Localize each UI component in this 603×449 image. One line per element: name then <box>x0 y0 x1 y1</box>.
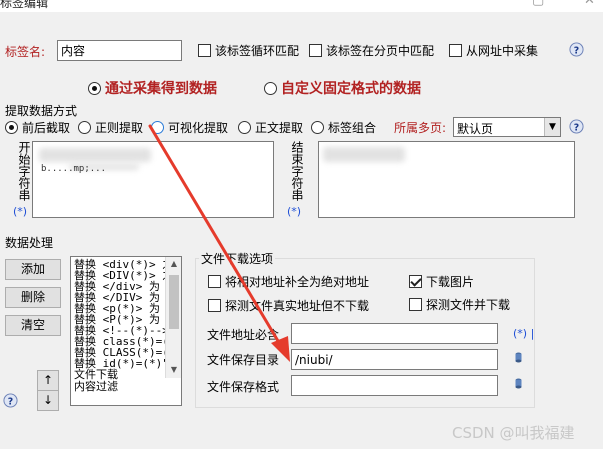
tag-name-input[interactable] <box>57 40 182 61</box>
extract-option-regex[interactable]: 正则提取 <box>78 119 143 136</box>
extract-option-combo[interactable]: 标签组合 <box>311 119 376 136</box>
address-contains-label: 文件地址必含 <box>207 328 280 342</box>
detect-no-download-box[interactable] <box>208 299 221 312</box>
extract-radio-3[interactable] <box>151 121 164 134</box>
help-icon[interactable]: ? <box>3 393 18 408</box>
from-url-checkbox[interactable]: 从网址中采集 <box>449 42 538 59</box>
chevron-down-icon[interactable]: ▼ <box>544 118 560 136</box>
extract-option-visual[interactable]: 可视化提取 <box>151 119 228 136</box>
page-select[interactable]: 默认页 ▼ <box>453 117 561 137</box>
detect-and-download-box[interactable] <box>409 298 422 311</box>
page-match-box[interactable] <box>309 44 322 57</box>
help-icon[interactable]: ? <box>569 42 584 57</box>
svg-text:?: ? <box>574 122 579 133</box>
address-wildcard-link[interactable]: (*) | <box>513 327 534 340</box>
from-url-box[interactable] <box>449 44 462 57</box>
scroll-thumb[interactable] <box>169 275 179 329</box>
fixed-mode-radio[interactable]: 自定义固定格式的数据 <box>264 78 421 98</box>
redacted-text <box>323 147 405 162</box>
relative-to-absolute-box[interactable] <box>208 275 221 288</box>
window-title: 标签编辑 <box>0 0 49 10</box>
move-up-button[interactable]: ↑ <box>37 370 59 391</box>
start-wildcard-link[interactable]: (*) <box>13 205 27 218</box>
extract-option-label: 前后截取 <box>22 121 71 135</box>
extract-radio-1[interactable] <box>5 121 18 134</box>
help-icon[interactable]: ? <box>569 119 584 134</box>
database-icon[interactable] <box>515 352 522 363</box>
svg-text:?: ? <box>574 45 579 56</box>
download-images-label: 下载图片 <box>426 275 475 289</box>
maximize-icon[interactable]: ▢ <box>532 0 544 8</box>
loop-match-label: 该标签循环匹配 <box>215 44 300 58</box>
page-match-label: 该标签在分页中匹配 <box>326 44 435 58</box>
extract-section-label: 提取数据方式 <box>5 104 78 118</box>
delete-button[interactable]: 删除 <box>5 287 61 308</box>
extract-radio-5[interactable] <box>311 121 324 134</box>
clear-button[interactable]: 清空 <box>5 315 61 336</box>
save-format-label: 文件保存格式 <box>207 380 280 394</box>
extract-option-label: 标签组合 <box>328 121 377 135</box>
end-wildcard-link[interactable]: (*) <box>287 205 301 218</box>
tag-name-label: 标签名: <box>5 45 46 59</box>
loop-match-box[interactable] <box>198 44 211 57</box>
start-string-input[interactable]: b.....mp;... <box>32 141 274 218</box>
processing-list[interactable]: 替换 <div(*)> 之 替换 <DIV(*)> 之 替换 </div> 为 … <box>70 256 182 406</box>
from-url-label: 从网址中采集 <box>466 44 539 58</box>
collect-mode-radio[interactable]: 通过采集得到数据 <box>88 78 217 98</box>
fixed-mode-dot[interactable] <box>264 81 277 95</box>
database-icon[interactable] <box>515 378 522 389</box>
loop-match-checkbox[interactable]: 该标签循环匹配 <box>198 42 299 59</box>
start-string-label: 开始字符串 <box>17 141 31 201</box>
address-contains-input[interactable] <box>291 323 498 344</box>
end-string-input[interactable] <box>318 141 575 218</box>
redacted-text <box>39 148 151 162</box>
watermark: CSDN @叫我福建 <box>452 424 575 442</box>
list-scrollbar[interactable]: ▲ ▼ <box>165 257 181 378</box>
extract-option-label: 正则提取 <box>95 121 144 135</box>
save-dir-label: 文件保存目录 <box>207 353 280 367</box>
start-string-text: b.....mp;... <box>41 164 107 174</box>
detect-no-download-label: 探测文件真实地址但不下载 <box>225 299 370 313</box>
page-select-value: 默认页 <box>457 122 494 136</box>
save-dir-input[interactable] <box>291 349 498 370</box>
end-string-label: 结束字符串 <box>290 141 304 201</box>
fixed-mode-label: 自定义固定格式的数据 <box>281 81 421 97</box>
relative-to-absolute-label: 将相对地址补全为绝对地址 <box>225 275 370 289</box>
title-bar <box>0 0 603 12</box>
extract-radio-2[interactable] <box>78 121 91 134</box>
detect-no-download-checkbox[interactable]: 探测文件真实地址但不下载 <box>208 297 369 314</box>
save-format-input[interactable] <box>291 375 498 396</box>
download-section-label: 文件下载选项 <box>199 250 276 267</box>
extract-option-label: 可视化提取 <box>168 121 229 135</box>
processing-section-label: 数据处理 <box>5 236 54 250</box>
collect-mode-label: 通过采集得到数据 <box>105 81 217 97</box>
svg-text:?: ? <box>8 396 13 407</box>
add-button[interactable]: 添加 <box>5 259 61 280</box>
page-match-checkbox[interactable]: 该标签在分页中匹配 <box>309 42 434 59</box>
detect-and-download-checkbox[interactable]: 探测文件并下载 <box>409 296 510 313</box>
extract-radio-4[interactable] <box>238 121 251 134</box>
collect-mode-dot[interactable] <box>88 81 101 95</box>
close-icon[interactable]: ✕ <box>584 0 595 8</box>
list-item[interactable]: 内容过滤 <box>71 381 165 393</box>
scroll-down-icon[interactable]: ▼ <box>166 363 181 377</box>
download-images-box[interactable] <box>409 275 422 288</box>
detect-and-download-label: 探测文件并下载 <box>426 298 511 312</box>
extract-option-label: 正文提取 <box>255 121 304 135</box>
page-select-label: 所属多页: <box>394 121 447 135</box>
extract-option-body[interactable]: 正文提取 <box>238 119 303 136</box>
download-images-checkbox[interactable]: 下载图片 <box>409 273 474 290</box>
scroll-up-icon[interactable]: ▲ <box>166 257 181 271</box>
move-down-button[interactable]: ↓ <box>37 390 59 411</box>
extract-option-before-after[interactable]: 前后截取 <box>5 119 70 136</box>
relative-to-absolute-checkbox[interactable]: 将相对地址补全为绝对地址 <box>208 273 369 290</box>
